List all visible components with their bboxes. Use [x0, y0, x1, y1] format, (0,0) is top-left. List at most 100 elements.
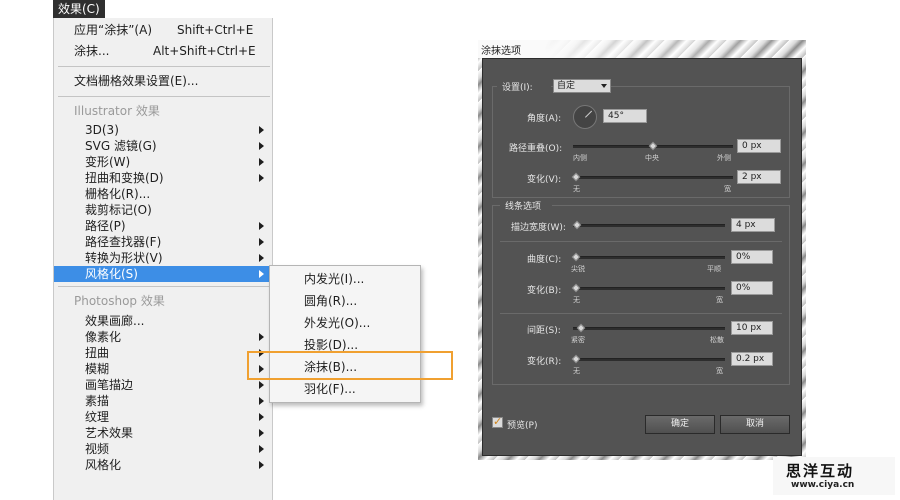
variation-v-field[interactable]: 2 px	[737, 170, 781, 184]
variation-v-label: 变化(V):	[527, 175, 562, 185]
menu-item-3d[interactable]: 3D(3)	[54, 122, 272, 138]
menu-item-stylize[interactable]: 风格化(S)	[54, 266, 272, 282]
menu-item-label: 模糊	[85, 362, 110, 376]
menu-item-shortcut: Alt+Shift+Ctrl+E	[153, 44, 256, 58]
angle-dial[interactable]	[573, 105, 597, 129]
menu-item-label: 涂抹...	[74, 44, 110, 58]
menu-item-label: SVG 滤镜(G)	[85, 139, 157, 153]
menu-item-label: 扭曲和变换(D)	[85, 171, 164, 185]
menu-item-pixelate[interactable]: 像素化	[54, 329, 272, 345]
stroke-width-field[interactable]: 4 px	[731, 218, 775, 232]
tick-label: 宽	[716, 296, 723, 304]
submenu-arrow-icon	[259, 254, 264, 262]
variation-r-field[interactable]: 0.2 px	[731, 352, 773, 366]
tick-label: 紧密	[571, 336, 585, 344]
ok-button[interactable]: 确定	[645, 415, 715, 434]
submenu-arrow-icon	[259, 158, 264, 166]
menu-item-brush-strokes[interactable]: 画笔描边	[54, 377, 272, 393]
variation-b-label: 变化(B):	[527, 286, 562, 296]
settings-label: 设置(I):	[502, 83, 533, 93]
menu-item-distort-transform[interactable]: 扭曲和变换(D)	[54, 170, 272, 186]
line-options-label: 线条选项	[505, 202, 542, 212]
submenu-item-feather[interactable]: 羽化(F)...	[304, 381, 356, 397]
menu-item-label: 画笔描边	[85, 378, 134, 392]
menu-item-shortcut: Shift+Ctrl+E	[177, 23, 254, 37]
tick-label: 平顺	[707, 265, 721, 273]
menu-item-texture[interactable]: 纹理	[54, 409, 272, 425]
menu-item-path[interactable]: 路径(P)	[54, 218, 272, 234]
tick-label: 松散	[710, 336, 724, 344]
tick-label: 中央	[645, 154, 659, 162]
stroke-width-slider-track[interactable]	[573, 224, 725, 227]
submenu-arrow-icon	[259, 429, 264, 437]
variation-r-slider-track[interactable]	[573, 358, 725, 361]
submenu-item-round-corners[interactable]: 圆角(R)...	[304, 293, 357, 309]
variation-b-slider-track[interactable]	[573, 287, 725, 290]
menu-item-ps-stylize[interactable]: 风格化	[54, 457, 272, 473]
menu-item-scribble-options[interactable]: 涂抹... Alt+Shift+Ctrl+E	[54, 43, 272, 59]
dialog-title: 涂抹选项	[481, 46, 521, 57]
submenu-arrow-icon	[259, 238, 264, 246]
menu-item-pathfinder[interactable]: 路径查找器(F)	[54, 234, 272, 250]
menu-item-crop-marks[interactable]: 裁剪标记(O)	[54, 202, 272, 218]
menu-item-warp[interactable]: 变形(W)	[54, 154, 272, 170]
tick-label: 宽	[724, 185, 731, 193]
stylize-submenu: 内发光(I)... 圆角(R)... 外发光(O)... 投影(D)... 涂抹…	[269, 265, 421, 403]
stroke-width-label: 描边宽度(W):	[511, 223, 566, 233]
preview-label: 预览(P)	[507, 421, 538, 431]
submenu-item-inner-glow[interactable]: 内发光(I)...	[304, 271, 364, 287]
tick-label: 外侧	[717, 154, 731, 162]
submenu-arrow-icon	[259, 445, 264, 453]
menu-item-artistic[interactable]: 艺术效果	[54, 425, 272, 441]
menu-item-label: 文档栅格效果设置(E)...	[74, 74, 199, 88]
curviness-field[interactable]: 0%	[731, 250, 773, 264]
scribble-highlight-box	[247, 351, 453, 380]
variation-r-label: 变化(R):	[527, 357, 562, 367]
menu-item-blur[interactable]: 模糊	[54, 361, 272, 377]
menu-item-label: 路径查找器(F)	[85, 235, 162, 249]
tick-label: 宽	[716, 367, 723, 375]
menu-item-raster-settings[interactable]: 文档栅格效果设置(E)...	[54, 73, 272, 89]
menu-divider	[58, 66, 270, 67]
menu-item-video[interactable]: 视频	[54, 441, 272, 457]
menu-item-label: 纹理	[85, 410, 110, 424]
settings-dropdown[interactable]: 自定	[553, 79, 611, 93]
variation-v-slider-track[interactable]	[573, 176, 733, 179]
submenu-arrow-icon	[259, 126, 264, 134]
spacing-field[interactable]: 10 px	[731, 321, 773, 335]
menu-item-distort[interactable]: 扭曲	[54, 345, 272, 361]
watermark-chinese: 思洋互动	[786, 462, 855, 480]
spacing-label: 间距(S):	[527, 326, 561, 336]
tick-label: 内侧	[573, 154, 587, 162]
photoshop-effects-header: Photoshop 效果	[74, 294, 165, 308]
menu-item-label: 风格化(S)	[85, 267, 138, 281]
submenu-arrow-icon	[259, 270, 264, 278]
curviness-slider-track[interactable]	[573, 256, 725, 259]
angle-label: 角度(A):	[527, 114, 562, 124]
menu-item-label: 扭曲	[85, 346, 110, 360]
menu-item-apply-scribble[interactable]: 应用“涂抹”(A) Shift+Ctrl+E	[54, 22, 272, 38]
effect-menu-title[interactable]: 效果(C)	[53, 0, 105, 18]
submenu-arrow-icon	[259, 397, 264, 405]
dialog-titlebar[interactable]	[478, 40, 806, 58]
menu-item-svg-filters[interactable]: SVG 滤镜(G)	[54, 138, 272, 154]
menu-item-label: 裁剪标记(O)	[85, 203, 152, 217]
preview-checkbox[interactable]	[492, 415, 503, 428]
menu-item-effect-gallery[interactable]: 效果画廊...	[54, 313, 272, 329]
submenu-arrow-icon	[259, 461, 264, 469]
menu-item-rasterize[interactable]: 栅格化(R)...	[54, 186, 272, 202]
path-overlap-field[interactable]: 0 px	[737, 139, 781, 153]
menu-item-sketch[interactable]: 素描	[54, 393, 272, 409]
variation-b-field[interactable]: 0%	[731, 281, 773, 295]
submenu-item-outer-glow[interactable]: 外发光(O)...	[304, 315, 370, 331]
menu-divider	[58, 96, 270, 97]
cancel-button[interactable]: 取消	[720, 415, 790, 434]
menu-divider	[58, 286, 270, 287]
angle-field[interactable]: 45°	[603, 109, 647, 123]
menu-item-convert-to-shape[interactable]: 转换为形状(V)	[54, 250, 272, 266]
spacing-slider-track[interactable]	[573, 327, 725, 330]
submenu-arrow-icon	[259, 333, 264, 341]
submenu-arrow-icon	[259, 413, 264, 421]
menu-item-label: 艺术效果	[85, 426, 134, 440]
tick-label: 无	[573, 296, 580, 304]
